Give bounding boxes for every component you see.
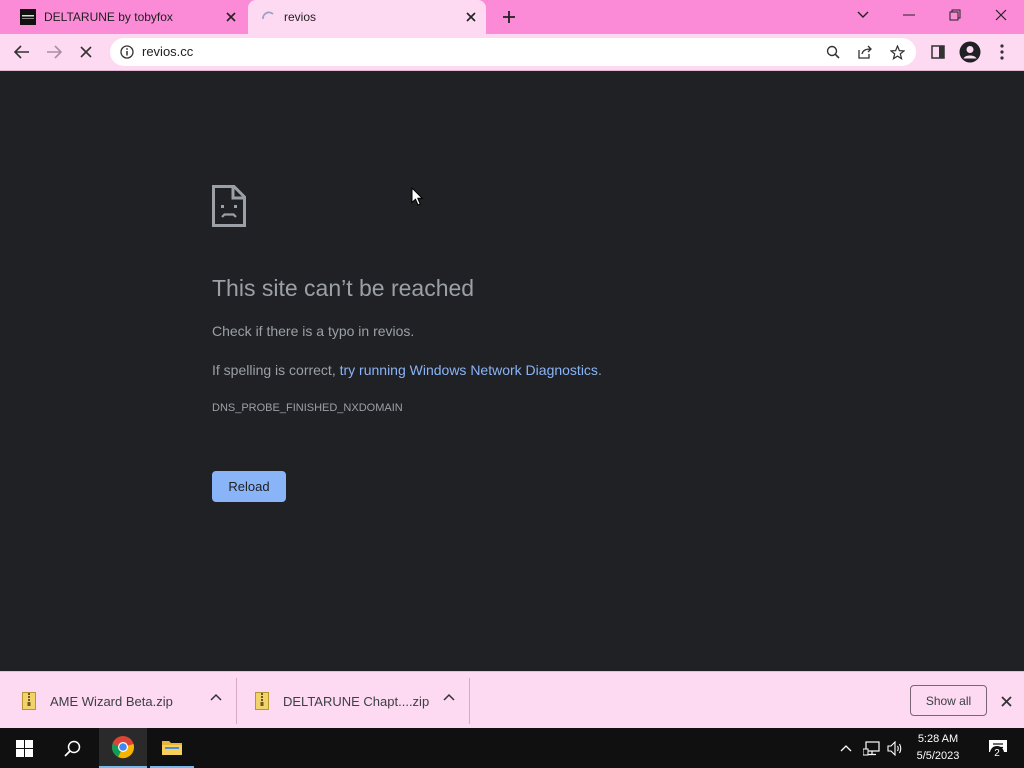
system-clock[interactable]: 5:28 AM 5/5/2023: [908, 731, 968, 765]
tab-title: DELTARUNE by tobyfox: [44, 10, 173, 24]
plus-icon: [503, 11, 515, 23]
zip-file-icon: [255, 692, 269, 710]
tab-revios[interactable]: revios: [248, 0, 486, 34]
menu-button[interactable]: [988, 38, 1016, 66]
side-panel-button[interactable]: [924, 38, 952, 66]
sad-page-icon: [212, 185, 246, 227]
back-arrow-icon: [14, 45, 29, 59]
notification-count-badge: 2: [990, 746, 1004, 760]
minimize-button[interactable]: [886, 0, 932, 30]
stop-button[interactable]: [72, 38, 100, 66]
show-hidden-icons-button[interactable]: [836, 728, 856, 768]
close-window-button[interactable]: [978, 0, 1024, 30]
new-tab-button[interactable]: [498, 6, 520, 28]
restore-button[interactable]: [932, 0, 978, 30]
zip-file-icon: [22, 692, 36, 710]
network-icon: [862, 740, 880, 755]
taskbar-search-button[interactable]: [48, 728, 96, 768]
error-title: This site can’t be reached: [212, 275, 475, 301]
divider: [236, 678, 237, 724]
divider: [469, 678, 470, 724]
show-all-button[interactable]: Show all: [910, 685, 987, 716]
chevron-up-icon[interactable]: [210, 693, 222, 701]
volume-button[interactable]: [884, 728, 906, 768]
tab-search-button[interactable]: [840, 0, 886, 30]
back-button[interactable]: [8, 38, 36, 66]
close-icon: [995, 9, 1007, 21]
address-text: revios.cc: [142, 44, 194, 59]
stop-icon: [80, 46, 92, 58]
share-icon[interactable]: [856, 43, 874, 61]
info-icon[interactable]: [118, 43, 136, 61]
avatar-icon: [959, 41, 981, 63]
chrome-icon: [112, 736, 134, 759]
side-panel-icon: [931, 45, 945, 59]
page-content: This site can’t be reached Check if ther…: [0, 71, 1024, 671]
close-icon[interactable]: [222, 8, 240, 26]
loading-spinner-icon: [262, 11, 274, 20]
error-hint-typo: Check if there is a typo in revios.: [212, 323, 415, 339]
restore-icon: [949, 9, 961, 21]
search-icon[interactable]: [824, 43, 842, 61]
diagnostics-link[interactable]: try running Windows Network Diagnostics: [340, 362, 598, 378]
reload-button[interactable]: Reload: [212, 471, 286, 502]
search-icon: [63, 740, 80, 757]
tab-deltarune[interactable]: DELTARUNE by tobyfox: [8, 0, 246, 34]
folder-icon: [162, 741, 182, 755]
error-hint-diagnostics: If spelling is correct, try running Wind…: [212, 362, 602, 378]
star-icon[interactable]: [888, 43, 906, 61]
close-icon[interactable]: [462, 8, 480, 26]
tab-title: revios: [284, 10, 317, 24]
mouse-cursor-icon: [411, 187, 423, 206]
download-item[interactable]: AME Wizard Beta.zip: [22, 680, 232, 722]
start-button[interactable]: [0, 728, 48, 768]
minimize-icon: [903, 14, 915, 16]
download-shelf: AME Wizard Beta.zip DELTARUNE Chapt....z…: [0, 671, 1024, 728]
volume-icon: [886, 740, 901, 756]
deltarune-favicon: [20, 9, 36, 25]
hint-suffix: .: [597, 362, 602, 378]
taskbar-chrome[interactable]: [99, 728, 147, 768]
profile-button[interactable]: [956, 38, 984, 66]
forward-button[interactable]: [40, 38, 68, 66]
chevron-up-icon: [840, 745, 852, 752]
taskbar-file-explorer[interactable]: [150, 728, 194, 768]
browser-toolbar: revios.cc: [0, 34, 1024, 71]
chevron-up-icon[interactable]: [443, 693, 455, 701]
clock-date: 5/5/2023: [916, 750, 960, 762]
address-bar[interactable]: revios.cc: [110, 38, 916, 66]
error-code: DNS_PROBE_FINISHED_NXDOMAIN: [212, 402, 403, 414]
taskbar: 5:28 AM 5/5/2023 2: [0, 728, 1024, 768]
clock-time: 5:28 AM: [917, 733, 959, 745]
chevron-down-icon: [857, 11, 869, 18]
download-item[interactable]: DELTARUNE Chapt....zip: [255, 680, 465, 722]
close-shelf-button[interactable]: [996, 691, 1016, 711]
forward-arrow-icon: [47, 45, 62, 59]
more-vertical-icon: [1000, 44, 1004, 60]
tab-strip: DELTARUNE by tobyfox revios: [0, 0, 1024, 34]
hint-prefix: If spelling is correct,: [212, 362, 340, 378]
network-button[interactable]: [860, 728, 882, 768]
close-icon: [1000, 695, 1012, 707]
download-filename: DELTARUNE Chapt....zip: [283, 693, 430, 709]
download-filename: AME Wizard Beta.zip: [50, 693, 173, 709]
windows-logo-icon: [15, 739, 33, 757]
